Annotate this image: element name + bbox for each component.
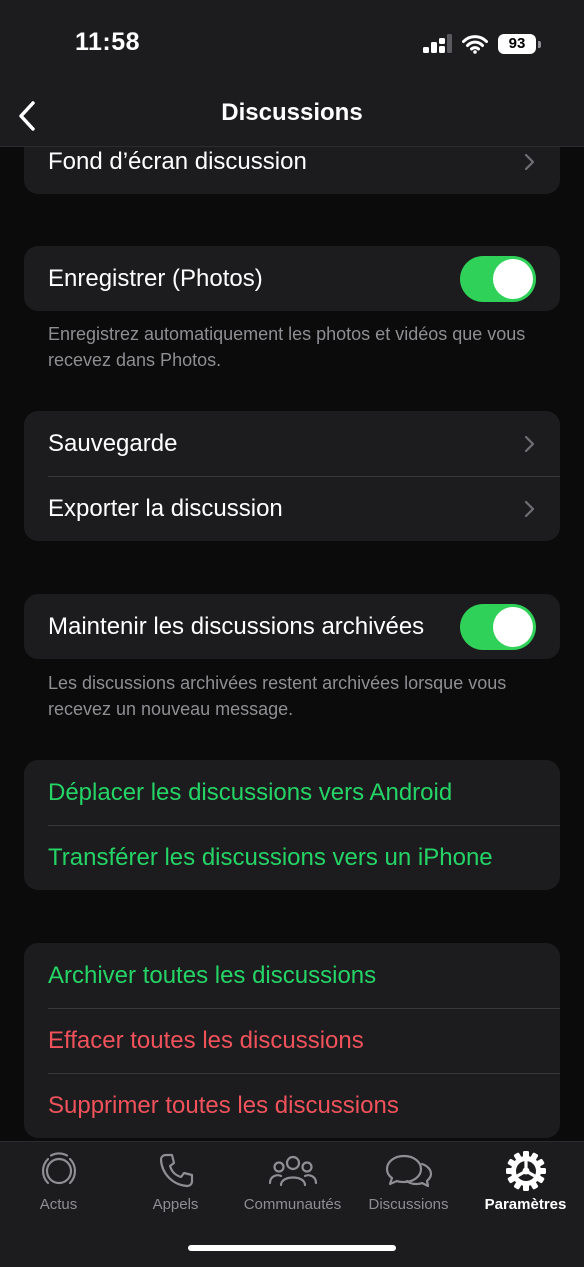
updates-icon: [41, 1152, 76, 1185]
settings-list[interactable]: Fond d’écran discussion Enregistrer (Pho…: [0, 147, 584, 1141]
keep-archived-label: Maintenir les discussions archivées: [48, 612, 425, 640]
backup-row[interactable]: Sauvegarde: [24, 411, 560, 476]
phone-icon: [159, 1153, 193, 1188]
status-icons: 93: [422, 32, 541, 56]
transfer-group: Déplacer les discussions vers Android Tr…: [24, 760, 560, 890]
wallpaper-group: Fond d’écran discussion: [24, 147, 560, 194]
move-to-android-row[interactable]: Déplacer les discussions vers Android: [24, 760, 560, 825]
delete-all-label: Supprimer toutes les discussions: [48, 1091, 399, 1119]
wifi-icon: [462, 35, 488, 54]
chat-wallpaper-label: Fond d’écran discussion: [48, 147, 307, 175]
chats-icon: [385, 1154, 432, 1188]
delete-all-row[interactable]: Supprimer toutes les discussions: [24, 1073, 560, 1138]
backup-label: Sauvegarde: [48, 429, 178, 457]
chevron-right-icon: [524, 435, 535, 452]
status-bar: 11:58 93: [0, 0, 584, 88]
navigation-bar: Discussions: [0, 88, 584, 147]
clear-all-row[interactable]: Effacer toutes les discussions: [24, 1008, 560, 1073]
chevron-right-icon: [524, 153, 535, 170]
clear-all-label: Effacer toutes les discussions: [48, 1026, 364, 1054]
tab-updates-label: Actus: [39, 1196, 78, 1213]
transfer-to-iphone-row[interactable]: Transférer les discussions vers un iPhon…: [24, 825, 560, 890]
export-chat-label: Exporter la discussion: [48, 494, 283, 522]
save-to-photos-toggle[interactable]: [460, 255, 536, 302]
transfer-to-iphone-label: Transférer les discussions vers un iPhon…: [48, 843, 493, 871]
tab-chats-label: Discussions: [368, 1196, 449, 1213]
tab-communities-label: Communautés: [243, 1196, 342, 1213]
export-chat-row[interactable]: Exporter la discussion: [24, 476, 560, 541]
archived-group: Maintenir les discussions archivées: [24, 594, 560, 659]
save-to-photos-footnote: Enregistrez automatiquement les photos e…: [48, 324, 526, 370]
danger-group: Archiver toutes les discussions Effacer …: [24, 943, 560, 1138]
page-title: Discussions: [221, 99, 363, 126]
tab-chats[interactable]: Discussions: [350, 1150, 467, 1213]
cellular-signal-icon: [423, 34, 452, 53]
tab-communities[interactable]: Communautés: [234, 1150, 351, 1213]
move-to-android-label: Déplacer les discussions vers Android: [48, 778, 453, 806]
keep-archived-row: Maintenir les discussions archivées: [24, 594, 560, 659]
home-indicator: [188, 1245, 396, 1251]
tab-settings-label: Paramètres: [484, 1196, 567, 1213]
tab-calls-label: Appels: [152, 1196, 199, 1213]
tab-calls[interactable]: Appels: [117, 1150, 234, 1213]
backup-group: Sauvegarde Exporter la discussion: [24, 411, 560, 541]
tab-updates[interactable]: Actus: [0, 1150, 117, 1213]
save-to-photos-label: Enregistrer (Photos): [48, 264, 263, 292]
chevron-right-icon: [524, 500, 535, 517]
archive-all-label: Archiver toutes les discussions: [48, 961, 377, 989]
chat-wallpaper-row[interactable]: Fond d’écran discussion: [24, 147, 560, 194]
battery-icon: 93: [498, 34, 541, 54]
keep-archived-footnote: Les discussions archivées restent archiv…: [48, 673, 507, 719]
archive-all-row[interactable]: Archiver toutes les discussions: [24, 943, 560, 1008]
keep-archived-toggle[interactable]: [460, 603, 536, 650]
save-to-photos-row: Enregistrer (Photos): [24, 246, 560, 311]
tab-settings[interactable]: Paramètres: [467, 1150, 584, 1213]
status-time: 11:58: [75, 28, 141, 56]
communities-icon: [268, 1155, 317, 1187]
settings-gear-icon: [505, 1151, 546, 1191]
save-photos-group: Enregistrer (Photos): [24, 246, 560, 311]
